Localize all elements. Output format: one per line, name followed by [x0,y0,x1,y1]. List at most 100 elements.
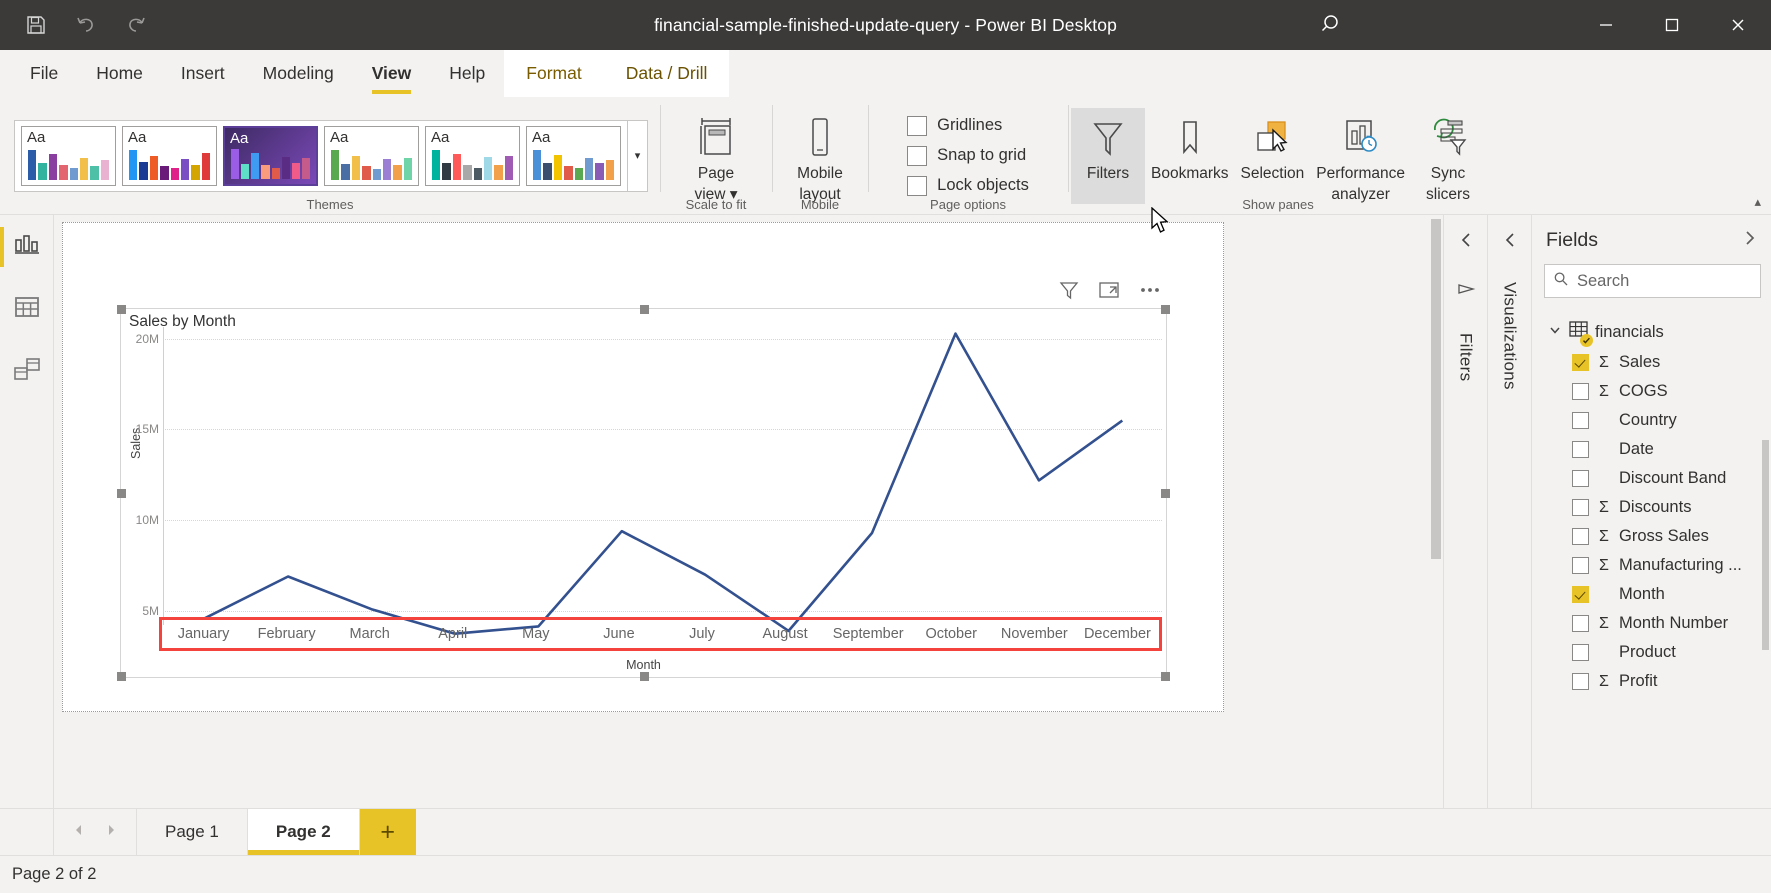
ribbon-tab-help[interactable]: Help [430,50,504,97]
field-item-country[interactable]: Country [1532,406,1771,435]
performance-analyzer-button[interactable]: Performance analyzer [1310,108,1411,204]
expand-visualizations-chevron-left-icon[interactable] [1501,231,1519,254]
minimize-button[interactable] [1573,0,1639,50]
close-button[interactable] [1705,0,1771,50]
expand-filters-chevron-left-icon[interactable] [1457,231,1475,254]
theme-card-selected[interactable]: Aa [223,125,318,186]
x-axis-tick-label: June [603,626,635,642]
selection-icon [1251,114,1293,162]
ribbon-tab-modeling[interactable]: Modeling [244,50,353,97]
snap-to-grid-checkbox-row[interactable]: Snap to grid [907,145,1029,166]
sidebar-item-model-view[interactable] [4,351,50,391]
lock-objects-checkbox[interactable] [907,175,928,196]
filters-pane-button[interactable]: Filters [1070,107,1145,204]
sidebar-item-report-view[interactable] [0,227,50,267]
page-next-chevron-right-icon[interactable] [104,823,118,842]
sidebar-item-data-view[interactable] [4,289,50,329]
field-item-month-number[interactable]: Σ Month Number [1532,609,1771,638]
field-checkbox-profit[interactable] [1572,673,1589,690]
canvas-vertical-scrollbar[interactable] [1431,219,1441,559]
theme-card[interactable]: Aa [526,125,621,186]
field-checkbox-product[interactable] [1572,644,1589,661]
field-checkbox-discount-band[interactable] [1572,470,1589,487]
theme-card[interactable]: Aa [122,125,217,186]
field-item-profit[interactable]: Σ Profit [1532,667,1771,696]
field-checkbox-month[interactable] [1572,586,1589,603]
data-table-icon [13,294,41,325]
ribbon-tab-home[interactable]: Home [77,50,162,97]
theme-preview-bars [432,149,513,180]
gridlines-checkbox[interactable] [907,115,928,136]
field-item-date[interactable]: Date [1532,435,1771,464]
page-prev-chevron-left-icon[interactable] [72,823,86,842]
report-page-surface[interactable]: Sales by Month Sales 20M 15M 10M 5M Janu… [62,222,1224,712]
redo-icon[interactable] [124,13,148,37]
add-page-button[interactable]: + [359,809,416,855]
field-checkbox-country[interactable] [1572,412,1589,429]
fields-scrollbar[interactable] [1762,440,1769,650]
chevron-down-icon[interactable] [1548,323,1562,342]
page-view-button[interactable]: Page view ▾ [679,108,753,204]
visualizations-pane-collapsed[interactable]: Visualizations [1487,215,1531,808]
ribbon-group-page-options: Gridlines Snap to grid Lock objects Page… [868,97,1068,214]
field-item-discounts[interactable]: Σ Discounts [1532,493,1771,522]
filters-label: Filters [1086,164,1130,182]
selection-pane-button[interactable]: Selection [1235,108,1311,204]
gridlines-checkbox-row[interactable]: Gridlines [907,115,1029,136]
ribbon-group-label-themes: Themes [306,197,354,212]
collapse-fields-chevron-right-icon[interactable] [1741,229,1759,252]
page-tab-page-2[interactable]: Page 2 [247,809,360,855]
ribbon-tab-file[interactable]: File [0,50,77,97]
themes-more-chevron-down-icon[interactable]: ▾ [628,119,648,192]
undo-icon[interactable] [74,13,98,37]
field-label: Discounts [1619,498,1692,516]
field-checkbox-month-number[interactable] [1572,615,1589,632]
theme-card[interactable]: Aa [425,125,520,186]
sync-slicers-button[interactable]: Sync slicers [1411,108,1485,204]
ribbon-tab-data-drill[interactable]: Data / Drill [603,50,730,97]
field-checkbox-manufacturing-price[interactable] [1572,557,1589,574]
filter-icon[interactable] [1058,279,1080,306]
fields-pane-title: Fields [1546,229,1599,251]
filters-pane-collapsed[interactable]: Filters [1443,215,1487,808]
snap-to-grid-checkbox[interactable] [907,145,928,166]
theme-card[interactable]: Aa [21,125,116,186]
field-item-discount-band[interactable]: Discount Band [1532,464,1771,493]
maximize-button[interactable] [1639,0,1705,50]
field-item-sales[interactable]: Σ Sales [1532,348,1771,377]
field-item-cogs[interactable]: Σ COGS [1532,377,1771,406]
page-tab-page-1[interactable]: Page 1 [137,809,248,855]
fields-table-financials[interactable]: financials [1532,316,1771,348]
ribbon-group-show-panes: Filters Bookmarks Selection Performance … [1068,97,1488,214]
field-checkbox-discounts[interactable] [1572,499,1589,516]
field-checkbox-gross-sales[interactable] [1572,528,1589,545]
field-checkbox-date[interactable] [1572,441,1589,458]
collapse-ribbon-chevron-up-icon[interactable]: ▴ [1754,194,1761,210]
mobile-layout-button[interactable]: Mobile layout [783,108,857,204]
lock-objects-checkbox-row[interactable]: Lock objects [907,175,1029,196]
fields-search-placeholder: Search [1577,271,1630,290]
line-chart-visual[interactable]: Sales by Month Sales 20M 15M 10M 5M Janu… [117,282,1170,681]
focus-mode-icon[interactable] [1098,279,1120,306]
sigma-icon: Σ [1599,382,1609,400]
page-tab-bar: Page 1 Page 2 + [0,808,1771,855]
field-item-manufacturing-price[interactable]: Σ Manufacturing ... [1532,551,1771,580]
search-icon[interactable] [1320,12,1346,38]
field-checkbox-sales[interactable] [1572,354,1589,371]
bookmarks-pane-button[interactable]: Bookmarks [1145,108,1235,204]
field-item-product[interactable]: Product [1532,638,1771,667]
field-item-gross-sales[interactable]: Σ Gross Sales [1532,522,1771,551]
bookmark-icon [1173,114,1207,162]
field-checkbox-cogs[interactable] [1572,383,1589,400]
field-item-month[interactable]: Month [1532,580,1771,609]
ribbon-tab-insert[interactable]: Insert [162,50,244,97]
ribbon-tab-view[interactable]: View [353,50,431,97]
theme-card[interactable]: Aa [324,125,419,186]
more-options-icon[interactable] [1138,279,1162,306]
theme-aa-label: Aa [330,128,349,146]
ribbon-tab-format[interactable]: Format [504,50,604,97]
report-canvas[interactable]: Sales by Month Sales 20M 15M 10M 5M Janu… [54,215,1443,808]
save-icon[interactable] [24,13,48,37]
fields-search-box[interactable]: Search [1544,264,1761,298]
sigma-icon: Σ [1599,498,1609,516]
